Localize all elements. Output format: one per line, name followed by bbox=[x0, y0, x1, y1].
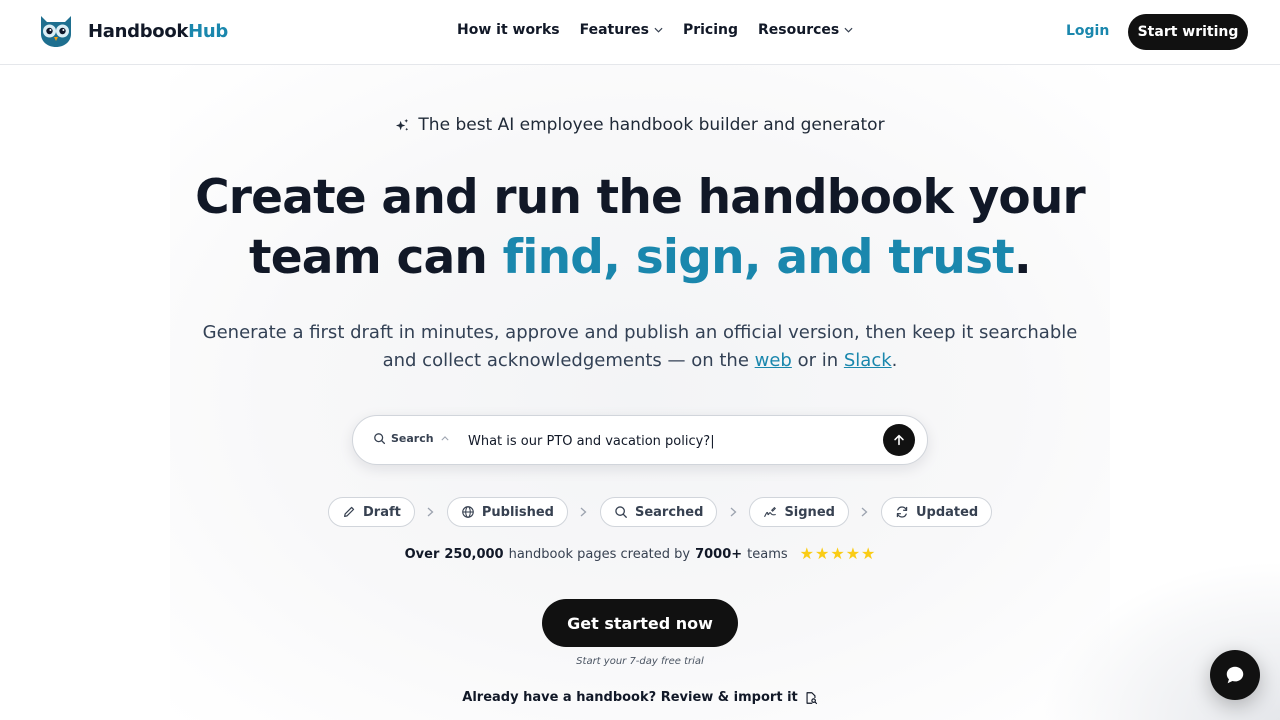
trial-note: Start your 7-day free trial bbox=[576, 656, 704, 667]
step-draft[interactable]: Draft bbox=[328, 497, 415, 527]
nav-features[interactable]: Features bbox=[580, 22, 663, 38]
chevron-right-icon bbox=[581, 507, 587, 517]
search-icon bbox=[615, 506, 627, 518]
chevron-right-icon bbox=[730, 507, 737, 517]
site-header: HandbookHub How it works Features Pricin… bbox=[0, 0, 1280, 65]
chat-bubble-icon bbox=[1226, 666, 1244, 684]
brand-logo[interactable]: HandbookHub bbox=[38, 14, 228, 48]
step-separator bbox=[717, 507, 749, 517]
get-started-button[interactable]: Get started now bbox=[542, 599, 738, 647]
social-proof: Over 250,000 handbook pages created by 7… bbox=[404, 544, 876, 563]
sparkles-icon bbox=[396, 118, 409, 131]
step-separator bbox=[415, 507, 447, 517]
login-link[interactable]: Login bbox=[1066, 23, 1109, 39]
search-mode-selector[interactable]: Search bbox=[373, 432, 449, 445]
chevron-down-icon bbox=[844, 27, 853, 33]
star-icon: ★ bbox=[861, 544, 876, 563]
hero-subtitle: Generate a first draft in minutes, appro… bbox=[202, 322, 1078, 371]
submit-search-button[interactable] bbox=[883, 424, 915, 456]
chevron-right-icon bbox=[427, 507, 434, 517]
teams-count: 7000+ bbox=[695, 546, 743, 562]
chat-launcher-button[interactable] bbox=[1210, 650, 1260, 700]
main-nav: How it works Features Pricing Resources bbox=[457, 22, 853, 38]
start-writing-button[interactable]: Start writing bbox=[1128, 14, 1248, 50]
hero-tagline: The best AI employee handbook builder an… bbox=[0, 115, 1280, 135]
slack-link[interactable]: Slack bbox=[844, 350, 892, 371]
step-searched[interactable]: Searched bbox=[599, 497, 718, 527]
search-icon bbox=[374, 433, 386, 445]
web-link[interactable]: web bbox=[755, 350, 792, 371]
step-separator bbox=[568, 507, 600, 517]
pages-count: 250,000 bbox=[444, 546, 504, 562]
nav-pricing[interactable]: Pricing bbox=[683, 22, 738, 38]
step-published[interactable]: Published bbox=[446, 497, 568, 527]
step-updated[interactable]: Updated bbox=[880, 497, 993, 527]
hero-title: Create and run the handbook your team ca… bbox=[195, 170, 1086, 285]
import-handbook-link[interactable]: Already have a handbook? Review & import… bbox=[0, 690, 1280, 705]
star-rating: ★ ★ ★ ★ ★ bbox=[800, 546, 876, 562]
refresh-icon bbox=[896, 506, 908, 518]
globe-icon bbox=[462, 506, 474, 518]
chevron-up-icon bbox=[441, 436, 449, 441]
workflow-steps: Draft Published Searched Signed Updated bbox=[328, 497, 993, 527]
chevron-right-icon bbox=[862, 507, 868, 517]
signature-icon bbox=[764, 506, 777, 517]
arrow-up-icon bbox=[894, 434, 904, 446]
nav-how-it-works[interactable]: How it works bbox=[457, 22, 560, 38]
brand-name: HandbookHub bbox=[88, 20, 228, 42]
chevron-down-icon bbox=[654, 27, 663, 33]
step-separator bbox=[849, 507, 881, 517]
star-icon: ★ bbox=[845, 544, 861, 563]
owl-logo-icon bbox=[41, 16, 71, 47]
pencil-icon bbox=[344, 506, 355, 517]
hero-title-accent: find, sign, and trust bbox=[502, 230, 1015, 285]
step-signed[interactable]: Signed bbox=[749, 497, 849, 527]
search-box: Search bbox=[352, 415, 928, 465]
search-input[interactable] bbox=[468, 429, 868, 453]
star-icon: ★ bbox=[830, 544, 845, 563]
star-icon: ★ bbox=[799, 544, 815, 563]
nav-resources[interactable]: Resources bbox=[758, 22, 853, 38]
document-search-icon bbox=[806, 691, 817, 704]
star-icon: ★ bbox=[815, 544, 830, 563]
